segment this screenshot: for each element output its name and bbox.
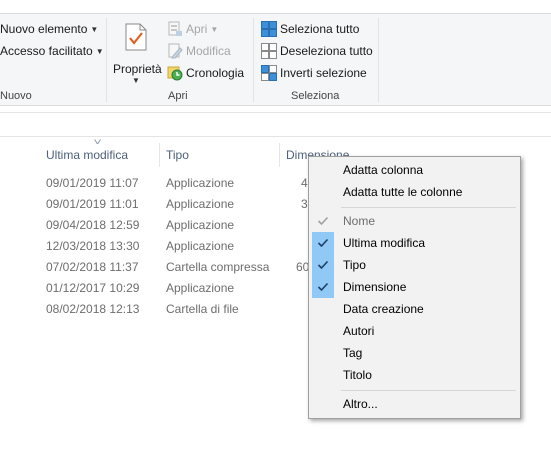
- checkmark-icon: [312, 276, 334, 298]
- menu-item-label: Titolo: [343, 368, 372, 382]
- address-bar-strip: [0, 112, 551, 137]
- dropdown-arrow-icon: ▼: [95, 46, 104, 56]
- properties-button[interactable]: Proprietà ▼: [111, 20, 162, 88]
- group-divider: [106, 18, 107, 102]
- menu-separator: [341, 207, 516, 208]
- cell-size: 3: [301, 197, 308, 211]
- menu-item-size-all-columns-to-fit[interactable]: Adatta tutte le colonne: [309, 181, 520, 203]
- menu-item-label: Dimensione: [343, 280, 407, 294]
- column-header-date-modified[interactable]: Ultima modifica: [46, 146, 128, 164]
- checkmark-icon: [312, 254, 334, 276]
- menu-item-size-column-to-fit[interactable]: Adatta colonna: [309, 159, 520, 181]
- ribbon-tab-strip: [0, 0, 551, 14]
- new-item-label: Nuovo elemento: [0, 22, 88, 36]
- cell-date: 12/03/2018 13:30: [46, 239, 140, 253]
- invert-selection-button[interactable]: Inverti selezione: [261, 64, 367, 82]
- ribbon: Nuovo elemento ▼ Accesso facilitato ▼ Nu…: [0, 14, 551, 106]
- easy-access-button[interactable]: Accesso facilitato ▼: [0, 42, 104, 60]
- history-button[interactable]: Cronologia: [167, 64, 244, 82]
- menu-item-column-authors[interactable]: Autori: [309, 320, 520, 342]
- dropdown-arrow-icon: ▼: [90, 24, 99, 34]
- cell-date: 07/02/2018 11:37: [46, 260, 139, 274]
- menu-item-label: Autori: [343, 324, 375, 338]
- select-all-button[interactable]: Seleziona tutto: [261, 20, 359, 38]
- checkmark-icon: [312, 232, 334, 254]
- edit-button[interactable]: Modifica: [167, 42, 231, 60]
- cell-type: Applicazione: [166, 218, 235, 232]
- history-icon: [167, 65, 183, 81]
- menu-item-column-name: Nome: [309, 210, 520, 232]
- edit-label: Modifica: [186, 44, 231, 58]
- cell-date: 08/02/2018 12:13: [46, 302, 140, 316]
- new-item-button[interactable]: Nuovo elemento ▼: [0, 20, 98, 38]
- cell-type: Cartella compressa: [166, 260, 270, 274]
- menu-item-label: Ultima modifica: [343, 236, 426, 250]
- checkmark-icon: [312, 210, 334, 232]
- menu-item-label: Altro...: [343, 397, 378, 411]
- cell-date: 01/12/2017 10:29: [46, 281, 140, 295]
- properties-icon: [124, 23, 148, 54]
- select-all-icon: [261, 21, 277, 37]
- column-divider[interactable]: [279, 143, 280, 167]
- dropdown-arrow-icon: ▼: [132, 76, 140, 85]
- easy-access-label: Accesso facilitato: [0, 44, 93, 58]
- deselect-all-button[interactable]: Deseleziona tutto: [261, 42, 373, 60]
- properties-label: Proprietà: [113, 62, 162, 76]
- deselect-all-label: Deseleziona tutto: [280, 44, 373, 58]
- deselect-all-icon: [261, 43, 277, 59]
- column-context-menu: Adatta colonna Adatta tutte le colonne N…: [308, 156, 521, 419]
- edit-icon: [167, 43, 183, 59]
- menu-item-column-type[interactable]: Tipo: [309, 254, 520, 276]
- menu-item-more[interactable]: Altro...: [309, 393, 520, 415]
- cell-type: Applicazione: [166, 176, 235, 190]
- group-label-select: Seleziona: [291, 90, 340, 102]
- open-label: Apri: [186, 22, 208, 36]
- menu-item-label: Data creazione: [343, 302, 424, 316]
- cell-date: 09/01/2019 11:07: [46, 176, 139, 190]
- open-icon: [167, 21, 183, 37]
- cell-date: 09/01/2019 11:01: [46, 197, 139, 211]
- open-button[interactable]: Apri ▼: [167, 20, 218, 38]
- dropdown-arrow-icon: ▼: [210, 24, 219, 34]
- group-label-new: Nuovo: [0, 90, 32, 102]
- menu-item-column-size[interactable]: Dimensione: [309, 276, 520, 298]
- cell-type: Applicazione: [166, 281, 235, 295]
- menu-item-label: Tipo: [343, 258, 366, 272]
- group-label-open: Apri: [168, 90, 188, 102]
- group-divider: [253, 18, 254, 102]
- menu-item-column-title[interactable]: Titolo: [309, 364, 520, 386]
- select-all-label: Seleziona tutto: [280, 22, 360, 36]
- cell-date: 09/04/2018 12:59: [46, 218, 140, 232]
- cell-type: Cartella di file: [166, 302, 239, 316]
- menu-item-label: Adatta tutte le colonne: [343, 185, 463, 199]
- invert-selection-icon: [261, 65, 277, 81]
- menu-item-column-date-created[interactable]: Data creazione: [309, 298, 520, 320]
- menu-item-column-tags[interactable]: Tag: [309, 342, 520, 364]
- cell-type: Applicazione: [166, 239, 235, 253]
- menu-item-label: Tag: [343, 346, 363, 360]
- menu-item-label: Adatta colonna: [343, 163, 424, 177]
- cell-type: Applicazione: [166, 197, 235, 211]
- invert-selection-label: Inverti selezione: [280, 66, 367, 80]
- column-divider[interactable]: [159, 143, 160, 167]
- cell-size: 4: [301, 176, 308, 190]
- menu-item-label: Nome: [343, 214, 376, 228]
- menu-item-column-date-modified[interactable]: Ultima modifica: [309, 232, 520, 254]
- group-divider: [378, 18, 379, 102]
- menu-separator: [341, 390, 516, 391]
- column-header-type[interactable]: Tipo: [166, 146, 189, 164]
- history-label: Cronologia: [186, 66, 245, 80]
